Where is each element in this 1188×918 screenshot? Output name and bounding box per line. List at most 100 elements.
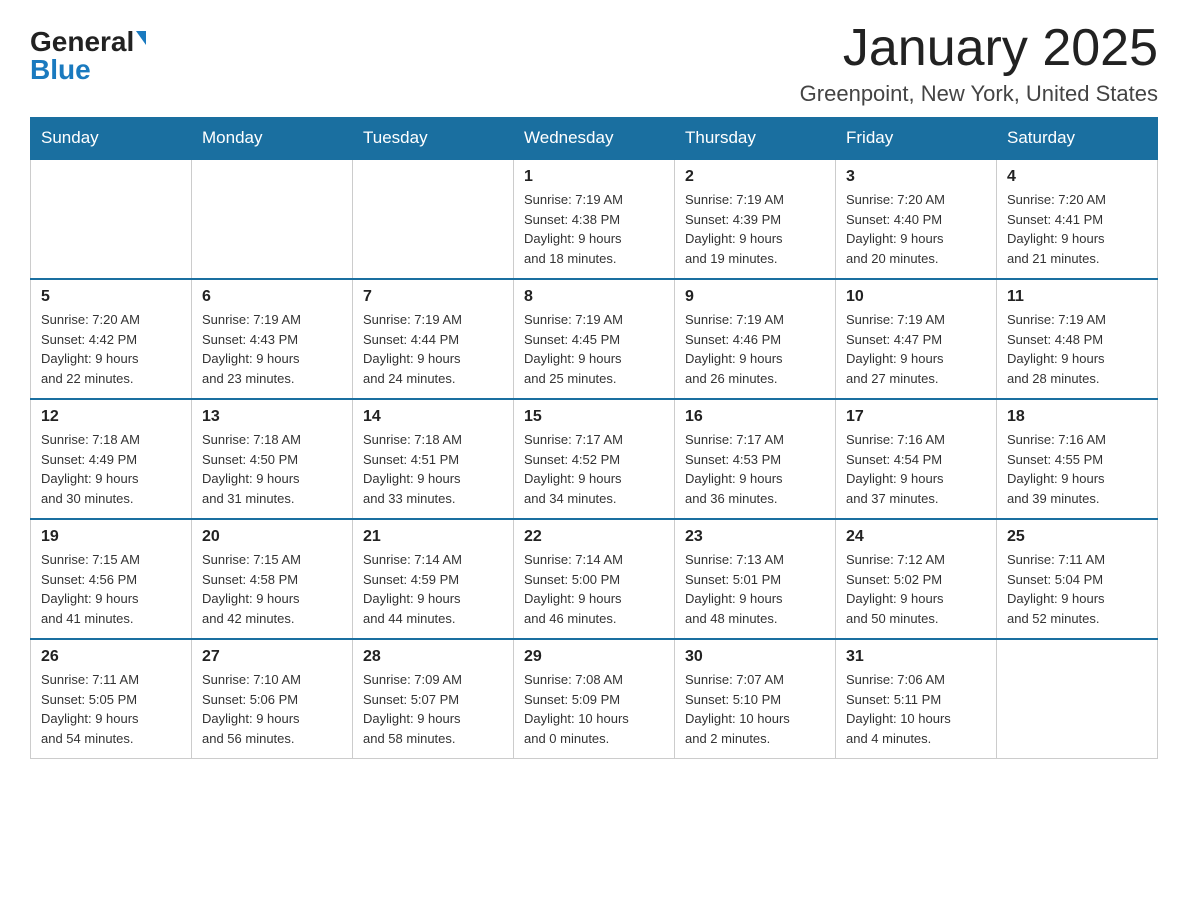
calendar-cell <box>31 159 192 279</box>
day-info: Sunrise: 7:20 AM Sunset: 4:40 PM Dayligh… <box>846 190 986 268</box>
day-number: 11 <box>1007 288 1147 306</box>
day-number: 21 <box>363 528 503 546</box>
calendar-table: SundayMondayTuesdayWednesdayThursdayFrid… <box>30 117 1158 759</box>
week-row-5: 26 Sunrise: 7:11 AM Sunset: 5:05 PM Dayli… <box>31 639 1158 759</box>
day-info: Sunrise: 7:07 AM Sunset: 5:10 PM Dayligh… <box>685 670 825 748</box>
day-info: Sunrise: 7:16 AM Sunset: 4:54 PM Dayligh… <box>846 430 986 508</box>
day-number: 14 <box>363 408 503 426</box>
calendar-cell <box>192 159 353 279</box>
day-number: 25 <box>1007 528 1147 546</box>
calendar-cell: 31Sunrise: 7:06 AM Sunset: 5:11 PM Dayli… <box>836 639 997 759</box>
day-info: Sunrise: 7:19 AM Sunset: 4:39 PM Dayligh… <box>685 190 825 268</box>
calendar-cell: 22 Sunrise: 7:14 AM Sunset: 5:00 PM Dayli… <box>514 519 675 639</box>
day-info: Sunrise: 7:19 AM Sunset: 4:46 PM Dayligh… <box>685 310 825 388</box>
calendar-cell: 18Sunrise: 7:16 AM Sunset: 4:55 PM Dayli… <box>997 399 1158 519</box>
weekday-header-monday: Monday <box>192 118 353 160</box>
day-info: Sunrise: 7:19 AM Sunset: 4:45 PM Dayligh… <box>524 310 664 388</box>
calendar-cell: 8Sunrise: 7:19 AM Sunset: 4:45 PM Daylig… <box>514 279 675 399</box>
day-number: 13 <box>202 408 342 426</box>
logo-blue: Blue <box>30 56 91 84</box>
logo-arrow-icon <box>136 31 146 45</box>
calendar-cell <box>353 159 514 279</box>
day-info: Sunrise: 7:09 AM Sunset: 5:07 PM Dayligh… <box>363 670 503 748</box>
day-number: 22 <box>524 528 664 546</box>
day-number: 2 <box>685 168 825 186</box>
day-number: 16 <box>685 408 825 426</box>
day-number: 4 <box>1007 168 1147 186</box>
weekday-header-row: SundayMondayTuesdayWednesdayThursdayFrid… <box>31 118 1158 160</box>
calendar-cell: 10Sunrise: 7:19 AM Sunset: 4:47 PM Dayli… <box>836 279 997 399</box>
day-info: Sunrise: 7:10 AM Sunset: 5:06 PM Dayligh… <box>202 670 342 748</box>
day-info: Sunrise: 7:15 AM Sunset: 4:56 PM Dayligh… <box>41 550 181 628</box>
day-number: 7 <box>363 288 503 306</box>
title-block: January 2025 Greenpoint, New York, Unite… <box>800 20 1158 107</box>
calendar-cell: 24Sunrise: 7:12 AM Sunset: 5:02 PM Dayli… <box>836 519 997 639</box>
day-number: 12 <box>41 408 181 426</box>
day-number: 1 <box>524 168 664 186</box>
day-number: 15 <box>524 408 664 426</box>
calendar-cell: 14 Sunrise: 7:18 AM Sunset: 4:51 PM Dayli… <box>353 399 514 519</box>
calendar-cell: 3 Sunrise: 7:20 AM Sunset: 4:40 PM Daylig… <box>836 159 997 279</box>
day-number: 30 <box>685 648 825 666</box>
calendar-cell: 26 Sunrise: 7:11 AM Sunset: 5:05 PM Dayli… <box>31 639 192 759</box>
day-number: 9 <box>685 288 825 306</box>
day-info: Sunrise: 7:18 AM Sunset: 4:51 PM Dayligh… <box>363 430 503 508</box>
day-info: Sunrise: 7:06 AM Sunset: 5:11 PM Dayligh… <box>846 670 986 748</box>
day-info: Sunrise: 7:19 AM Sunset: 4:48 PM Dayligh… <box>1007 310 1147 388</box>
day-info: Sunrise: 7:18 AM Sunset: 4:50 PM Dayligh… <box>202 430 342 508</box>
calendar-cell: 28Sunrise: 7:09 AM Sunset: 5:07 PM Dayli… <box>353 639 514 759</box>
day-info: Sunrise: 7:15 AM Sunset: 4:58 PM Dayligh… <box>202 550 342 628</box>
day-info: Sunrise: 7:11 AM Sunset: 5:05 PM Dayligh… <box>41 670 181 748</box>
weekday-header-saturday: Saturday <box>997 118 1158 160</box>
day-number: 17 <box>846 408 986 426</box>
day-info: Sunrise: 7:19 AM Sunset: 4:44 PM Dayligh… <box>363 310 503 388</box>
day-number: 23 <box>685 528 825 546</box>
calendar-cell: 4 Sunrise: 7:20 AM Sunset: 4:41 PM Daylig… <box>997 159 1158 279</box>
calendar-subtitle: Greenpoint, New York, United States <box>800 81 1158 107</box>
week-row-2: 5 Sunrise: 7:20 AM Sunset: 4:42 PM Daylig… <box>31 279 1158 399</box>
day-number: 19 <box>41 528 181 546</box>
week-row-4: 19 Sunrise: 7:15 AM Sunset: 4:56 PM Dayli… <box>31 519 1158 639</box>
day-info: Sunrise: 7:19 AM Sunset: 4:38 PM Dayligh… <box>524 190 664 268</box>
calendar-cell: 27 Sunrise: 7:10 AM Sunset: 5:06 PM Dayli… <box>192 639 353 759</box>
day-info: Sunrise: 7:20 AM Sunset: 4:41 PM Dayligh… <box>1007 190 1147 268</box>
calendar-cell: 29Sunrise: 7:08 AM Sunset: 5:09 PM Dayli… <box>514 639 675 759</box>
day-number: 27 <box>202 648 342 666</box>
calendar-cell: 15 Sunrise: 7:17 AM Sunset: 4:52 PM Dayli… <box>514 399 675 519</box>
day-info: Sunrise: 7:14 AM Sunset: 4:59 PM Dayligh… <box>363 550 503 628</box>
calendar-cell: 13 Sunrise: 7:18 AM Sunset: 4:50 PM Dayli… <box>192 399 353 519</box>
calendar-cell <box>997 639 1158 759</box>
calendar-cell: 12Sunrise: 7:18 AM Sunset: 4:49 PM Dayli… <box>31 399 192 519</box>
calendar-cell: 23 Sunrise: 7:13 AM Sunset: 5:01 PM Dayli… <box>675 519 836 639</box>
calendar-cell: 16Sunrise: 7:17 AM Sunset: 4:53 PM Dayli… <box>675 399 836 519</box>
calendar-cell: 21 Sunrise: 7:14 AM Sunset: 4:59 PM Dayli… <box>353 519 514 639</box>
weekday-header-wednesday: Wednesday <box>514 118 675 160</box>
day-info: Sunrise: 7:20 AM Sunset: 4:42 PM Dayligh… <box>41 310 181 388</box>
weekday-header-friday: Friday <box>836 118 997 160</box>
calendar-cell: 7 Sunrise: 7:19 AM Sunset: 4:44 PM Daylig… <box>353 279 514 399</box>
day-info: Sunrise: 7:19 AM Sunset: 4:43 PM Dayligh… <box>202 310 342 388</box>
day-number: 18 <box>1007 408 1147 426</box>
day-number: 24 <box>846 528 986 546</box>
day-info: Sunrise: 7:14 AM Sunset: 5:00 PM Dayligh… <box>524 550 664 628</box>
weekday-header-thursday: Thursday <box>675 118 836 160</box>
day-number: 26 <box>41 648 181 666</box>
calendar-cell: 6 Sunrise: 7:19 AM Sunset: 4:43 PM Daylig… <box>192 279 353 399</box>
day-info: Sunrise: 7:11 AM Sunset: 5:04 PM Dayligh… <box>1007 550 1147 628</box>
calendar-cell: 5 Sunrise: 7:20 AM Sunset: 4:42 PM Daylig… <box>31 279 192 399</box>
day-info: Sunrise: 7:17 AM Sunset: 4:52 PM Dayligh… <box>524 430 664 508</box>
logo-general: General <box>30 28 134 56</box>
day-info: Sunrise: 7:13 AM Sunset: 5:01 PM Dayligh… <box>685 550 825 628</box>
calendar-cell: 11 Sunrise: 7:19 AM Sunset: 4:48 PM Dayli… <box>997 279 1158 399</box>
day-number: 20 <box>202 528 342 546</box>
day-number: 3 <box>846 168 986 186</box>
day-number: 5 <box>41 288 181 306</box>
calendar-cell: 9 Sunrise: 7:19 AM Sunset: 4:46 PM Daylig… <box>675 279 836 399</box>
week-row-3: 12Sunrise: 7:18 AM Sunset: 4:49 PM Dayli… <box>31 399 1158 519</box>
day-number: 10 <box>846 288 986 306</box>
day-number: 6 <box>202 288 342 306</box>
page-header: General Blue January 2025 Greenpoint, Ne… <box>30 20 1158 107</box>
calendar-cell: 30 Sunrise: 7:07 AM Sunset: 5:10 PM Dayli… <box>675 639 836 759</box>
weekday-header-sunday: Sunday <box>31 118 192 160</box>
calendar-cell: 2 Sunrise: 7:19 AM Sunset: 4:39 PM Daylig… <box>675 159 836 279</box>
